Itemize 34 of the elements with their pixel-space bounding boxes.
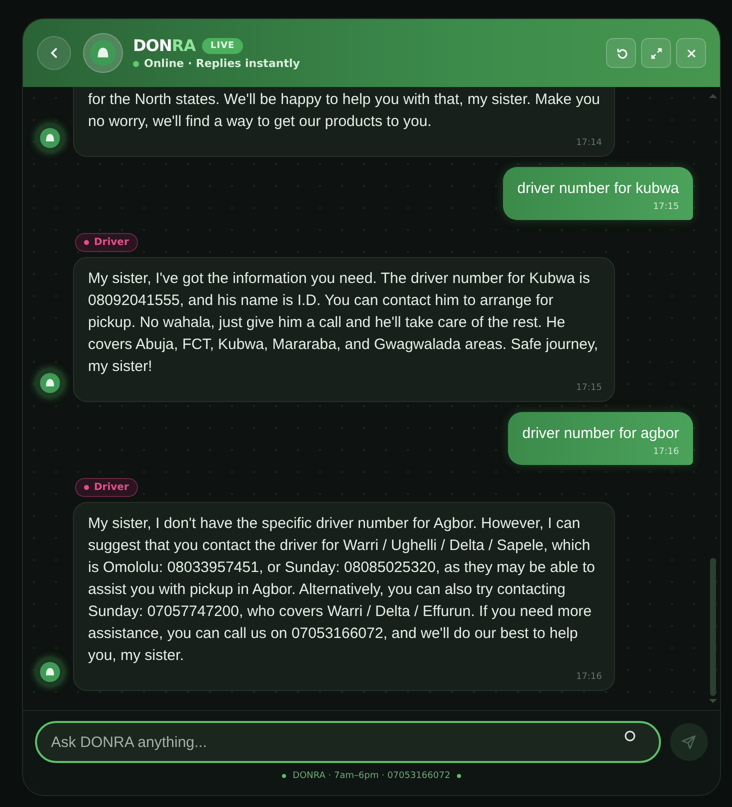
message-text: driver number for agbor: [522, 424, 679, 444]
live-badge: LIVE: [202, 38, 243, 54]
scroll-up-icon: [709, 93, 717, 99]
send-icon: [681, 734, 697, 750]
message-time: 17:16: [575, 672, 602, 682]
refresh-button[interactable]: [606, 38, 636, 68]
bot-name: DONRA: [133, 36, 196, 55]
message-time: 17:16: [652, 447, 679, 457]
scroll-down-icon: [709, 698, 717, 704]
message-text: My sister, I don't have the specific driver number for Agbor. However, I can suggest that you contact the driver for Warri / Ughelli / Delta / Sapele, which is Omololu: 08033957451, or Sunday: 08085025320, as they may be able to assist you with pickup in Agbor. Alternatively, you can also try contacting Sunday: 07057747200, who covers Warri / Delta / Effurun. If you need more assistance, you can call us on 07053166072, and we'll do our best to help you, my sister.: [88, 514, 596, 666]
scrollbar-thumb[interactable]: [710, 558, 716, 696]
tag-label: Driver: [94, 482, 129, 493]
close-icon: [684, 46, 698, 60]
footer-text: DONRA · 7am–6pm · 07053166072: [292, 771, 450, 781]
circle-icon: [624, 730, 636, 742]
status-text: Online · Replies instantly: [144, 57, 300, 70]
chevron-left-icon: [48, 47, 60, 59]
footer-dot: [457, 774, 462, 778]
refresh-icon: [614, 46, 628, 60]
message-time: 17:14: [575, 138, 602, 148]
message-time: 17:15: [652, 202, 679, 212]
message-text: for the North states. We'll be happy to help you with that, my sister. Make you no worry, we'll find a way to get our products to you.: [88, 90, 601, 132]
message-input[interactable]: Ask DONRA anything...: [35, 721, 661, 763]
back-button[interactable]: [37, 36, 71, 70]
expand-icon: [650, 46, 662, 60]
close-button[interactable]: [676, 38, 706, 68]
send-button[interactable]: [670, 723, 708, 761]
message-text: My sister, I've got the information you need. The driver number for Kubwa is 08092041555, and his name is I.D. You can contact him to arrange for pickup. No wahala, just give him a call and he'll take care of the rest. He covers Abuja, FCT, Kubwa, Mararaba, and Gwagwalada areas. Safe journey, my sister!: [88, 269, 599, 377]
message-time: 17:15: [575, 383, 602, 393]
message-text: driver number for kubwa: [517, 179, 679, 199]
expand-button[interactable]: [641, 38, 671, 68]
tag-label: Driver: [94, 237, 129, 248]
footer-dot: [282, 774, 286, 778]
status-dot: [133, 60, 139, 66]
